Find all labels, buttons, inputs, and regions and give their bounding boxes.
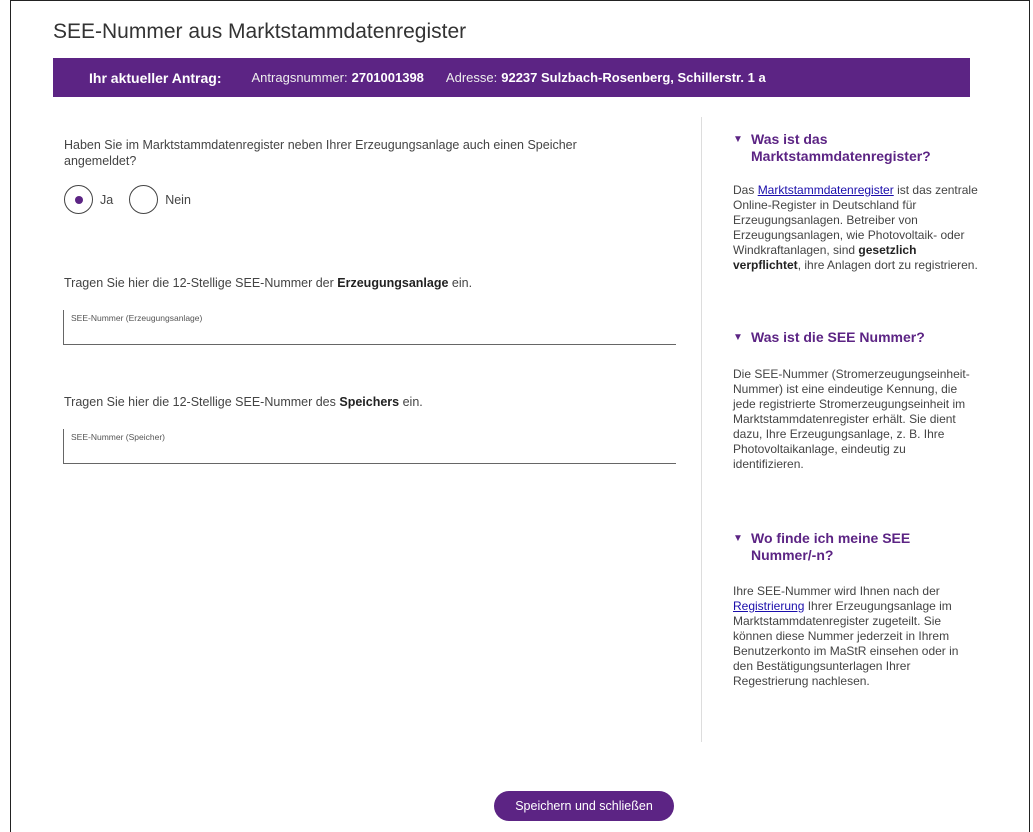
see-speicher-label: SEE-Nummer (Speicher) [71,432,165,442]
faq-wo-finde-text: Ihre SEE-Nummer wird Ihnen nach der Regi… [733,584,978,689]
speicher-instruction: Tragen Sie hier die 12-Stellige SEE-Numm… [64,395,423,409]
faq-see-nummer-heading: Was ist die SEE Nummer? [751,329,925,345]
faq-3-text-1: Ihre SEE-Nummer wird Ihnen nach der [733,584,940,598]
see-speicher-input[interactable]: SEE-Nummer (Speicher) [63,429,676,464]
speicher-instruction-suffix: ein. [399,395,423,409]
faq-marktstammdatenregister-text: Das Marktstammdatenregister ist das zent… [733,183,978,273]
adresse-value: 92237 Sulzbach-Rosenberg, Schillerstr. 1… [501,70,766,85]
registrierung-link[interactable]: Registrierung [733,599,804,613]
erzeugung-instruction-bold: Erzeugungsanlage [337,276,449,290]
adresse-label: Adresse: [445,70,498,85]
radio-nein[interactable] [129,185,159,214]
faq-1-text-3: , ihre Anlagen dort zu registrieren. [797,258,978,272]
marktstammdatenregister-link[interactable]: Marktstammdatenregister [758,183,894,197]
faq-marktstammdatenregister: ▼ Was ist das Marktstammdatenregister? D… [733,131,978,273]
speicher-instruction-prefix: Tragen Sie hier die 12-Stellige SEE-Numm… [64,395,340,409]
triangle-down-icon: ▼ [733,533,743,544]
radio-nein-label[interactable]: Nein [165,193,191,207]
faq-see-nummer: ▼ Was ist die SEE Nummer? Die SEE-Nummer… [733,329,978,472]
erzeugung-instruction: Tragen Sie hier die 12-Stellige SEE-Numm… [64,276,472,290]
see-erzeugungsanlage-label: SEE-Nummer (Erzeugungsanlage) [71,313,203,323]
faq-wo-finde: ▼ Wo finde ich meine SEE Nummer/-n? Ihre… [733,530,978,689]
faq-wo-finde-toggle[interactable]: ▼ Wo finde ich meine SEE Nummer/-n? [733,530,978,564]
page-title: SEE-Nummer aus Marktstammdatenregister [53,20,467,43]
antrag-label: Antragsnummer: [251,70,348,85]
save-and-close-button[interactable]: Speichern und schließen [494,791,674,821]
faq-1-text-1: Das [733,183,758,197]
faq-see-nummer-toggle[interactable]: ▼ Was ist die SEE Nummer? [733,329,978,346]
speicher-instruction-bold: Speichers [339,395,400,409]
radio-selected-dot [74,195,83,204]
application-banner: Ihr aktueller Antrag: Antragsnummer: 270… [53,58,970,97]
radio-ja-label[interactable]: Ja [100,193,113,207]
banner-title: Ihr aktueller Antrag: [89,69,222,86]
faq-wo-finde-heading: Wo finde ich meine SEE Nummer/-n? [751,530,911,563]
triangle-down-icon: ▼ [733,134,743,145]
column-divider [701,117,702,742]
see-erzeugungsanlage-input[interactable]: SEE-Nummer (Erzeugungsanlage) [63,310,676,345]
antrag-value: 2701001398 [351,70,424,85]
triangle-down-icon: ▼ [733,332,743,343]
faq-marktstammdatenregister-heading: Was ist das Marktstammdatenregister? [751,131,931,164]
storage-question: Haben Sie im Marktstammdatenregister neb… [64,138,577,168]
erzeugung-instruction-prefix: Tragen Sie hier die 12-Stellige SEE-Numm… [64,276,338,290]
erzeugung-instruction-suffix: ein. [448,276,473,290]
faq-marktstammdatenregister-toggle[interactable]: ▼ Was ist das Marktstammdatenregister? [733,131,978,165]
faq-see-nummer-text: Die SEE-Nummer (Stromerzeugungseinheit-N… [733,367,970,471]
radio-ja[interactable] [64,185,93,214]
storage-radio-group: Ja Nein [64,185,207,214]
